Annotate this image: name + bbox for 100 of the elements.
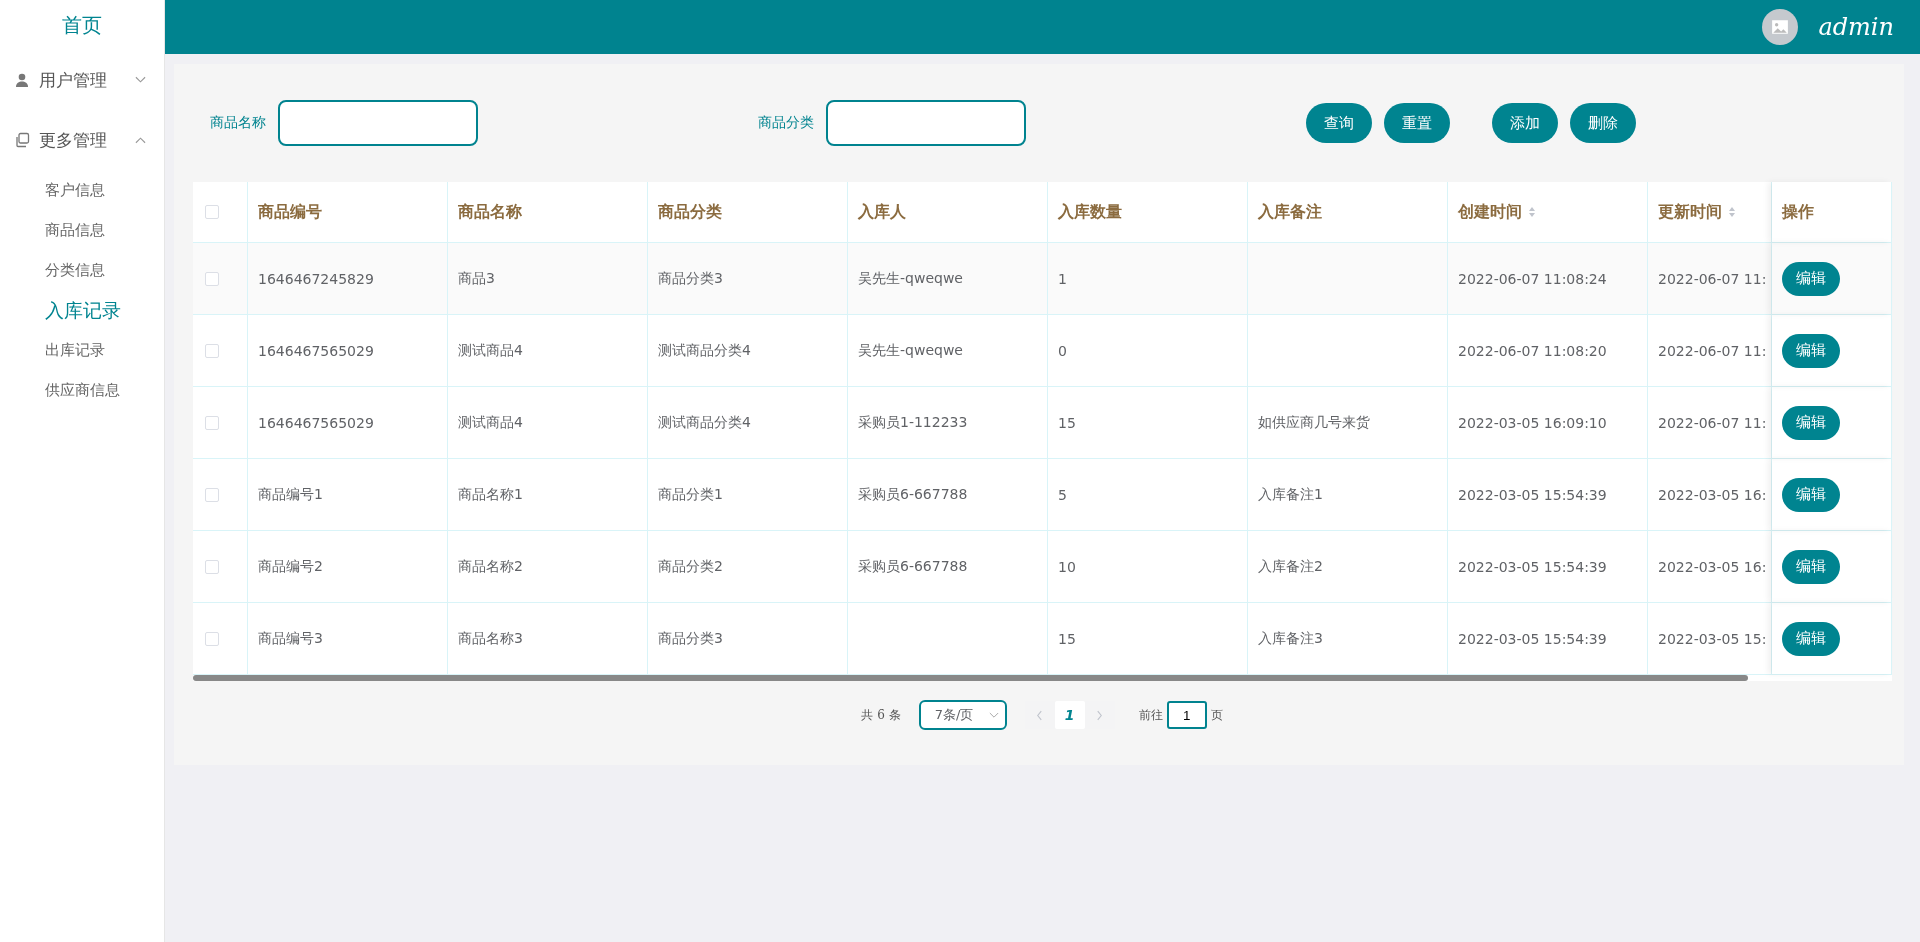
table-cell: 2022-06-07 11:	[1658, 270, 1767, 287]
table-cell: 采购员1-112233	[858, 413, 968, 432]
table-cell: 入库备注2	[1258, 557, 1323, 576]
checkbox[interactable]	[205, 631, 219, 646]
edit-button[interactable]: 编辑	[1782, 621, 1840, 656]
table-cell: 商品分类3	[658, 629, 723, 648]
table-cell: 1646467245829	[258, 270, 374, 287]
table-cell: 10	[1058, 558, 1076, 575]
table-cell: 5	[1058, 486, 1067, 503]
table-cell: 商品编号1	[258, 485, 323, 504]
column-header: 商品分类	[658, 201, 722, 223]
avatar-icon[interactable]	[1762, 9, 1799, 45]
table-cell: 入库备注3	[1258, 629, 1323, 648]
checkbox[interactable]	[205, 415, 219, 430]
sidebar-item[interactable]: 客户信息	[0, 170, 164, 210]
home-link[interactable]: 首页	[0, 0, 164, 50]
chevron-down-icon	[135, 76, 146, 84]
action-button[interactable]: 删除	[1570, 103, 1636, 143]
chevron-up-icon	[135, 136, 146, 144]
sidebar-group[interactable]: 用户管理	[0, 50, 164, 110]
sidebar-item[interactable]: 分类信息	[0, 250, 164, 290]
table-cell: 2022-03-05 16:	[1658, 558, 1767, 575]
table-cell: 商品3	[458, 269, 495, 288]
table-cell: 商品编号3	[258, 629, 323, 648]
table-cell: 测试商品4	[458, 341, 523, 360]
table-cell: 15	[1058, 630, 1076, 647]
table-cell: 商品名称3	[458, 629, 523, 648]
table-cell: 15	[1058, 414, 1076, 431]
total-count: 共 6 条	[861, 706, 901, 724]
sort-icon[interactable]	[1728, 206, 1736, 218]
sidebar-item[interactable]: 供应商信息	[0, 370, 164, 410]
table-cell: 2022-03-05 15:54:39	[1458, 486, 1607, 503]
table-cell: 2022-06-07 11:08:20	[1458, 342, 1607, 359]
table-cell: 商品名称1	[458, 485, 523, 504]
sidebar-group[interactable]: 更多管理	[0, 110, 164, 170]
table-cell: 吴先生-qweqwe	[858, 341, 963, 360]
action-button[interactable]: 重置	[1384, 103, 1450, 143]
checkbox[interactable]	[205, 487, 219, 502]
table-cell: 采购员6-667788	[858, 557, 968, 576]
username[interactable]: admin	[1818, 13, 1894, 41]
table-cell: 入库备注1	[1258, 485, 1323, 504]
column-header: 入库人	[858, 201, 906, 223]
search-field[interactable]	[826, 100, 1026, 146]
page-input[interactable]: 1	[1166, 701, 1207, 729]
field-label: 商品名称	[210, 114, 266, 132]
page-size-select[interactable]: 7条/页	[918, 700, 1007, 730]
table-cell: 2022-03-05 15:54:39	[1458, 558, 1607, 575]
sidebar-item[interactable]: 入库记录	[0, 290, 164, 330]
checkbox[interactable]	[205, 271, 219, 286]
column-header[interactable]: 创建时间	[1458, 201, 1522, 223]
chevron-down-icon	[988, 711, 999, 719]
table-cell: 测试商品分类4	[658, 413, 751, 432]
table-cell: 2022-03-05 15:54:39	[1458, 630, 1607, 647]
table-cell: 1646467565029	[258, 342, 374, 359]
scrollbar[interactable]	[193, 675, 1748, 681]
table-cell: 0	[1058, 342, 1067, 359]
table-cell: 商品分类2	[658, 557, 723, 576]
field-label: 商品分类	[758, 114, 814, 132]
search-field[interactable]	[278, 100, 478, 146]
table-cell: 2022-03-05 16:	[1658, 486, 1767, 503]
table-cell: 如供应商几号来货	[1258, 413, 1370, 432]
page-suffix: 页	[1210, 706, 1223, 724]
chevron-left-icon	[1036, 709, 1044, 721]
chevron-right-icon	[1096, 709, 1104, 721]
column-header: 操作	[1782, 201, 1814, 223]
table-cell: 吴先生-qweqwe	[858, 269, 963, 288]
table-cell: 1	[1058, 270, 1067, 287]
edit-button[interactable]: 编辑	[1782, 333, 1840, 368]
table-cell: 2022-06-07 11:08:24	[1458, 270, 1607, 287]
table-cell: 2022-03-05 15:	[1658, 630, 1767, 647]
table-cell: 2022-06-07 11:	[1658, 414, 1767, 431]
edit-button[interactable]: 编辑	[1782, 261, 1840, 296]
checkbox[interactable]	[205, 559, 219, 574]
column-header: 商品编号	[258, 201, 322, 223]
user-icon	[14, 72, 30, 88]
column-header[interactable]: 更新时间	[1658, 201, 1722, 223]
column-header: 入库数量	[1058, 201, 1122, 223]
column-header: 入库备注	[1258, 201, 1322, 223]
column-header: 商品名称	[458, 201, 522, 223]
table-cell: 商品分类1	[658, 485, 723, 504]
table-cell: 测试商品分类4	[658, 341, 751, 360]
table-cell: 1646467565029	[258, 414, 374, 431]
copy-icon	[14, 132, 30, 148]
table-cell: 商品编号2	[258, 557, 323, 576]
page-number[interactable]: 1	[1054, 701, 1085, 729]
checkbox[interactable]	[205, 205, 219, 219]
sidebar-item[interactable]: 出库记录	[0, 330, 164, 370]
edit-button[interactable]: 编辑	[1782, 549, 1840, 584]
table-cell: 商品分类3	[658, 269, 723, 288]
sort-icon[interactable]	[1528, 206, 1536, 218]
table-cell: 2022-06-07 11:	[1658, 342, 1767, 359]
action-button[interactable]: 查询	[1306, 103, 1372, 143]
action-button[interactable]: 添加	[1492, 103, 1558, 143]
table-cell: 测试商品4	[458, 413, 523, 432]
table-cell: 商品名称2	[458, 557, 523, 576]
checkbox[interactable]	[205, 343, 219, 358]
goto-label: 前往	[1138, 706, 1163, 724]
sidebar-item[interactable]: 商品信息	[0, 210, 164, 250]
edit-button[interactable]: 编辑	[1782, 405, 1840, 440]
edit-button[interactable]: 编辑	[1782, 477, 1840, 512]
